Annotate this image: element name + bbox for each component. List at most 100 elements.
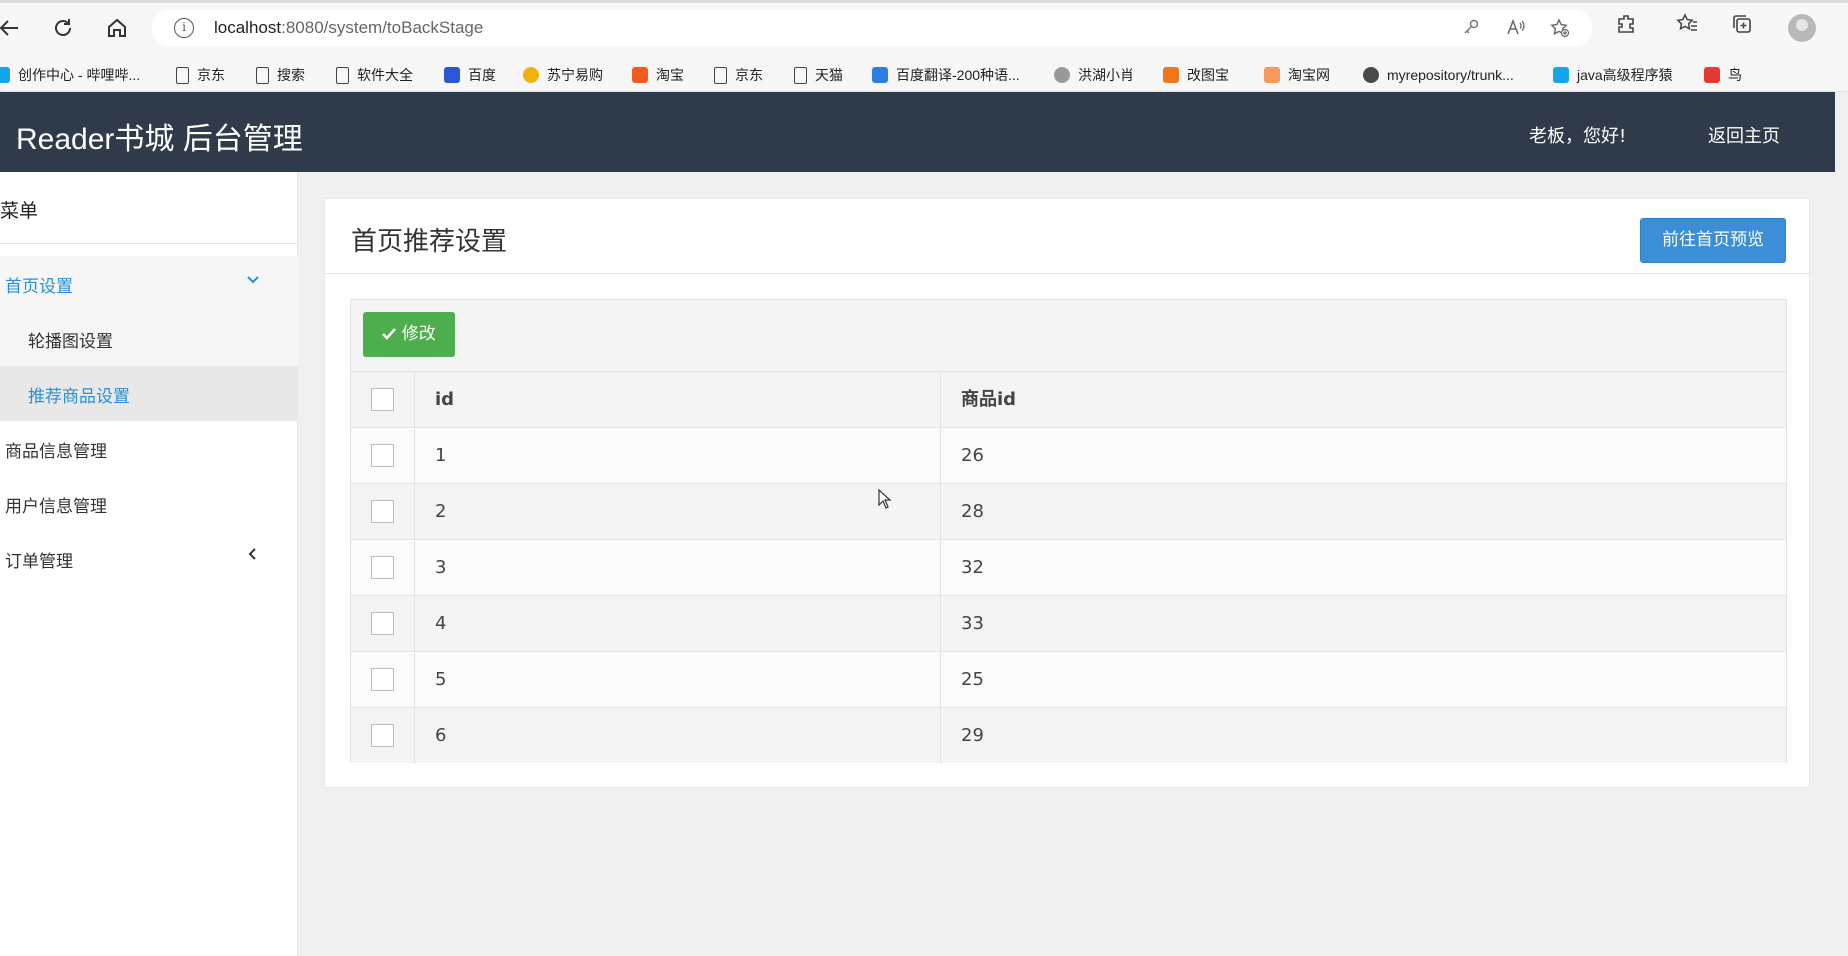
read-aloud-icon[interactable] bbox=[1506, 18, 1526, 41]
sidebar-item-recommend-settings[interactable]: 推荐商品设置 bbox=[0, 366, 298, 421]
bookmark-item[interactable]: 创作中心 - 哔哩哔... bbox=[0, 64, 140, 86]
panel-divider bbox=[325, 273, 1811, 274]
bookmark-item[interactable]: 百度 bbox=[444, 64, 496, 86]
collections-icon[interactable] bbox=[1731, 13, 1753, 40]
bookmark-item[interactable]: 淘宝网 bbox=[1264, 64, 1330, 86]
home-icon[interactable] bbox=[100, 12, 134, 44]
row-checkbox[interactable] bbox=[371, 668, 394, 691]
bookmark-item[interactable]: 苏宁易购 bbox=[523, 64, 603, 86]
recommend-settings-panel: 首页推荐设置 前往首页预览 修改 id 商品id 1 26 2 28 3 32 … bbox=[324, 198, 1811, 788]
sidebar-item-carousel-settings[interactable]: 轮播图设置 bbox=[0, 311, 298, 366]
bookmark-item[interactable]: 鸟 bbox=[1704, 64, 1742, 86]
bookmark-item[interactable]: 京东 bbox=[714, 64, 763, 86]
row-checkbox[interactable] bbox=[371, 444, 394, 467]
page-icon bbox=[794, 66, 807, 84]
sidebar-item-goods-management[interactable]: 商品信息管理 bbox=[0, 421, 298, 476]
address-bar[interactable]: i localhost:8080/system/toBackStage bbox=[152, 9, 1592, 47]
sidebar-item-home-settings[interactable]: 首页设置 bbox=[0, 256, 298, 311]
bookmark-item[interactable]: 改图宝 bbox=[1163, 64, 1229, 86]
cell-goods-id: 28 bbox=[961, 501, 984, 522]
row-checkbox-cell bbox=[351, 652, 415, 708]
table-row[interactable]: 2 28 bbox=[351, 483, 1786, 540]
row-checkbox[interactable] bbox=[371, 612, 394, 635]
row-checkbox-cell bbox=[351, 428, 415, 484]
page-icon bbox=[256, 66, 269, 84]
header-checkbox-cell bbox=[351, 372, 415, 428]
bookmarks-bar: 创作中心 - 哔哩哔... 京东 搜索 软件大全 百度 苏宁易购 淘宝 京东 天… bbox=[0, 56, 1848, 92]
table-row[interactable]: 3 32 bbox=[351, 539, 1786, 596]
favorites-icon[interactable] bbox=[1676, 13, 1698, 40]
menu-title: 菜单 bbox=[0, 200, 39, 222]
bookmark-label: 改图宝 bbox=[1187, 67, 1229, 83]
bookmark-item[interactable]: 洪湖小肖 bbox=[1054, 64, 1134, 86]
recommend-table-container: 修改 id 商品id 1 26 2 28 3 32 4 33 5 25 6 29 bbox=[350, 299, 1787, 764]
home-link[interactable]: 返回主页 bbox=[1708, 122, 1780, 148]
bilibili-icon bbox=[1553, 67, 1569, 83]
sidebar-item-user-management[interactable]: 用户信息管理 bbox=[0, 476, 298, 531]
cell-goods-id: 25 bbox=[961, 669, 984, 690]
menu-divider bbox=[0, 243, 298, 244]
bookmark-item[interactable]: myrepository/trunk... bbox=[1363, 64, 1514, 86]
select-all-checkbox[interactable] bbox=[371, 388, 394, 411]
extensions-icon[interactable] bbox=[1616, 13, 1638, 40]
row-checkbox[interactable] bbox=[371, 724, 394, 747]
bookmark-label: 软件大全 bbox=[357, 67, 413, 83]
table-row[interactable]: 6 29 bbox=[351, 707, 1786, 764]
url-text[interactable]: localhost:8080/system/toBackStage bbox=[214, 18, 483, 38]
page-title: 首页推荐设置 bbox=[351, 227, 508, 257]
refresh-icon[interactable] bbox=[46, 12, 80, 44]
mouse-cursor-icon bbox=[878, 488, 892, 509]
bookmark-label: 苏宁易购 bbox=[547, 67, 603, 83]
site-info-icon[interactable]: i bbox=[174, 18, 194, 38]
bookmark-label: java高级程序猿 bbox=[1577, 67, 1673, 83]
greeting-text[interactable]: 老板，您好! bbox=[1529, 122, 1626, 148]
favorite-add-icon[interactable] bbox=[1550, 18, 1570, 43]
sidebar-item-label: 订单管理 bbox=[5, 552, 73, 572]
edit-button[interactable]: 修改 bbox=[363, 312, 455, 357]
cell-id: 6 bbox=[415, 708, 941, 764]
bookmark-item[interactable]: 百度翻译-200种语... bbox=[872, 64, 1020, 86]
profile-avatar[interactable] bbox=[1788, 14, 1816, 42]
row-checkbox-cell bbox=[351, 540, 415, 596]
bookmark-label: 搜索 bbox=[277, 67, 305, 83]
edit-button-label: 修改 bbox=[401, 324, 436, 344]
table-row[interactable]: 1 26 bbox=[351, 427, 1786, 484]
cell-goods-id: 33 bbox=[961, 613, 984, 634]
bird-red-icon bbox=[1704, 67, 1720, 83]
bookmark-item[interactable]: 淘宝 bbox=[632, 64, 684, 86]
sidebar-item-label: 用户信息管理 bbox=[5, 497, 107, 517]
sidebar-item-order-management[interactable]: 订单管理 bbox=[0, 531, 298, 586]
key-icon[interactable] bbox=[1462, 18, 1480, 41]
translate-icon bbox=[872, 67, 888, 83]
bookmark-label: 天猫 bbox=[815, 67, 843, 83]
back-icon[interactable] bbox=[0, 12, 26, 44]
bookmark-item[interactable]: 京东 bbox=[176, 64, 225, 86]
cell-goods-id: 32 bbox=[961, 557, 984, 578]
row-checkbox[interactable] bbox=[371, 556, 394, 579]
row-checkbox[interactable] bbox=[371, 500, 394, 523]
bilibili-icon bbox=[0, 67, 10, 83]
bookmark-label: myrepository/trunk... bbox=[1387, 67, 1514, 83]
column-header-id[interactable]: id bbox=[415, 372, 941, 428]
bookmark-item[interactable]: 软件大全 bbox=[336, 64, 413, 86]
page-icon bbox=[176, 66, 189, 84]
app-header: Reader书城 后台管理 老板，您好! 返回主页 bbox=[0, 92, 1835, 172]
bookmark-item[interactable]: java高级程序猿 bbox=[1553, 64, 1673, 86]
browser-toolbar: i localhost:8080/system/toBackStage bbox=[0, 0, 1848, 56]
sidebar-item-label: 商品信息管理 bbox=[5, 442, 107, 462]
bookmark-item[interactable]: 搜索 bbox=[256, 64, 305, 86]
cell-goods-id: 26 bbox=[961, 445, 984, 466]
preview-homepage-button[interactable]: 前往首页预览 bbox=[1640, 218, 1786, 263]
bookmark-item[interactable]: 天猫 bbox=[794, 64, 843, 86]
bird-icon bbox=[1054, 67, 1070, 83]
table-row[interactable]: 4 33 bbox=[351, 595, 1786, 652]
row-checkbox-cell bbox=[351, 708, 415, 764]
app-title: Reader书城 后台管理 bbox=[16, 123, 303, 156]
bookmark-label: 京东 bbox=[197, 67, 225, 83]
table-row[interactable]: 5 25 bbox=[351, 651, 1786, 708]
column-header-goods-id[interactable]: 商品id bbox=[941, 372, 1786, 428]
cell-id: 4 bbox=[415, 596, 941, 652]
sidebar-item-label: 轮播图设置 bbox=[28, 332, 113, 352]
table-header-row: id 商品id bbox=[351, 371, 1786, 428]
page-icon bbox=[714, 66, 727, 84]
